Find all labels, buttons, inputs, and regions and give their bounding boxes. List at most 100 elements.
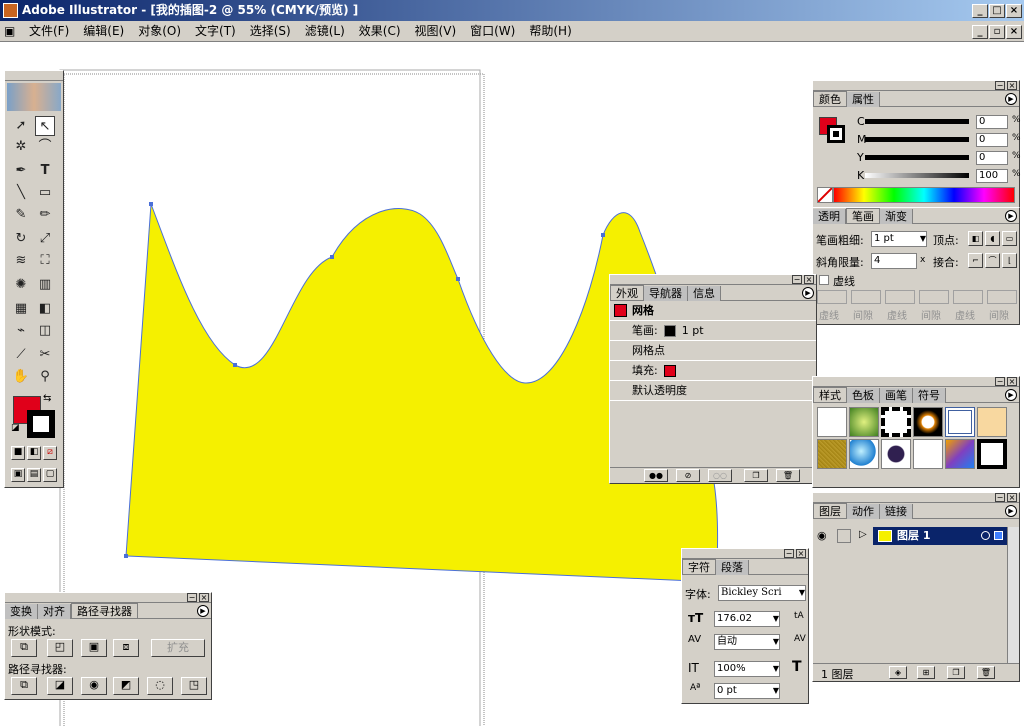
menu-edit[interactable]: 编辑(E) — [76, 21, 131, 42]
scissors-tool-icon[interactable]: ✂ — [35, 345, 55, 365]
trim-icon[interactable]: ◪ — [47, 677, 73, 695]
intersect-shape-areas-icon[interactable]: ▣ — [81, 639, 107, 657]
menu-view[interactable]: 视图(V) — [408, 21, 464, 42]
layer-row[interactable]: ◉ ▷ 图层 1 — [813, 527, 1007, 545]
swap-colors-icon[interactable]: ⇆ — [43, 393, 51, 404]
tab-symbols[interactable]: 符号 — [913, 388, 946, 403]
dash-1-input[interactable] — [817, 290, 847, 304]
menu-effect[interactable]: 效果(C) — [352, 21, 408, 42]
hand-tool-icon[interactable]: ✋ — [11, 367, 31, 387]
style-swatch-sun[interactable] — [913, 407, 943, 437]
panel-close-button[interactable]: × — [1007, 377, 1017, 386]
line-tool-icon[interactable]: ╲ — [11, 183, 31, 203]
tab-color[interactable]: 颜色 — [813, 91, 847, 106]
panel-menu-icon[interactable]: ▶ — [802, 287, 814, 299]
panel-minimize-button[interactable]: − — [995, 377, 1005, 386]
default-colors-icon[interactable]: ◪ — [11, 423, 20, 433]
subtract-from-shape-area-icon[interactable]: ◰ — [47, 639, 73, 657]
panel-menu-icon[interactable]: ▶ — [1005, 93, 1017, 105]
panel-menu-icon[interactable]: ▶ — [1005, 210, 1017, 222]
appearance-object-row[interactable]: 网格 — [610, 301, 816, 321]
symbol-sprayer-tool-icon[interactable]: ✺ — [11, 275, 31, 295]
font-size-input[interactable]: 176.02 ▼ — [714, 611, 780, 627]
appearance-mesh-point-row[interactable]: 网格点 — [610, 341, 816, 361]
close-button[interactable]: × — [1006, 4, 1022, 18]
maximize-button[interactable]: □ — [989, 4, 1005, 18]
gradient-tool-icon[interactable]: ◧ — [35, 299, 55, 319]
none-color-icon[interactable] — [817, 187, 833, 203]
tab-actions[interactable]: 动作 — [847, 504, 880, 519]
projecting-cap-button[interactable]: ▭ — [1002, 231, 1017, 246]
channel-m-slider[interactable] — [865, 137, 969, 142]
tab-links[interactable]: 链接 — [880, 504, 913, 519]
tab-brushes[interactable]: 画笔 — [880, 388, 913, 403]
divide-icon[interactable]: ⧉ — [11, 677, 37, 695]
miter-join-button[interactable]: ⌐ — [968, 253, 983, 268]
style-swatch-gold-texture[interactable] — [817, 439, 847, 469]
magic-wand-tool-icon[interactable]: ✲ — [11, 137, 31, 157]
round-join-button[interactable]: ⌒ — [985, 253, 1000, 268]
panel-minimize-button[interactable]: − — [995, 493, 1005, 502]
selection-indicator[interactable] — [994, 531, 1003, 540]
baseline-shift-input[interactable]: 0 pt ▼ — [714, 683, 780, 699]
tab-appearance[interactable]: 外观 — [610, 285, 644, 300]
duplicate-item-icon[interactable]: ❐ — [744, 469, 768, 482]
panel-minimize-button[interactable]: − — [995, 81, 1005, 90]
gap-2-input[interactable] — [919, 290, 949, 304]
miter-limit-input[interactable]: 4 — [871, 253, 917, 269]
tab-gradient[interactable]: 渐变 — [880, 209, 913, 224]
new-layer-icon[interactable]: ❐ — [947, 666, 965, 679]
style-swatch-peach[interactable] — [977, 407, 1007, 437]
type-tool-icon[interactable]: T — [35, 161, 55, 181]
tab-navigator[interactable]: 导航器 — [644, 286, 688, 301]
style-swatch-white[interactable] — [913, 439, 943, 469]
merge-icon[interactable]: ◉ — [81, 677, 107, 695]
channel-y-slider[interactable] — [865, 155, 969, 160]
make-clipping-mask-icon[interactable]: ◈ — [889, 666, 907, 679]
layers-scrollbar[interactable] — [1007, 527, 1019, 663]
mesh-tool-icon[interactable]: ▦ — [11, 299, 31, 319]
tab-align[interactable]: 对齐 — [38, 604, 71, 619]
expand-button[interactable]: 扩充 — [151, 639, 205, 657]
clear-appearance-icon[interactable]: ⊘ — [676, 469, 700, 482]
panel-minimize-button[interactable]: − — [792, 275, 802, 284]
lasso-tool-icon[interactable]: ⌒ — [35, 137, 55, 157]
appearance-opacity-row[interactable]: 默认透明度 — [610, 381, 816, 401]
lock-toggle[interactable] — [837, 529, 851, 543]
selection-tool-icon[interactable]: ➚ — [11, 116, 31, 136]
doc-minimize-button[interactable]: _ — [972, 25, 988, 39]
minus-back-icon[interactable]: ◳ — [181, 677, 207, 695]
screen-mode-full-icon[interactable]: ▢ — [43, 468, 57, 482]
pen-tool-icon[interactable]: ✒ — [11, 161, 31, 181]
dashed-line-checkbox[interactable] — [819, 275, 829, 285]
graph-tool-icon[interactable]: ▥ — [35, 275, 55, 295]
style-swatch-rings[interactable] — [945, 407, 975, 437]
color-stroke-swatch[interactable] — [827, 125, 845, 143]
free-transform-tool-icon[interactable]: ⛶ — [35, 251, 55, 271]
panel-close-button[interactable]: × — [796, 549, 806, 558]
channel-y-input[interactable]: 0 — [976, 151, 1008, 165]
exclude-overlapping-icon[interactable]: ⧈ — [113, 639, 139, 657]
dash-2-input[interactable] — [885, 290, 915, 304]
delete-layer-icon[interactable]: 🗑 — [977, 666, 995, 679]
style-swatch-rainbow[interactable] — [945, 439, 975, 469]
appearance-stroke-row[interactable]: 笔画: 1 pt — [610, 321, 816, 341]
pencil-tool-icon[interactable]: ✏ — [35, 205, 55, 225]
font-family-select[interactable]: Bickley Scri ▼ — [718, 585, 806, 601]
style-swatch-green[interactable] — [849, 407, 879, 437]
appearance-fill-row[interactable]: 填充: — [610, 361, 816, 381]
panel-minimize-button[interactable]: − — [784, 549, 794, 558]
new-art-basic-appearance-icon[interactable]: ●● — [644, 469, 668, 482]
channel-c-input[interactable]: 0 — [976, 115, 1008, 129]
tab-info[interactable]: 信息 — [688, 286, 721, 301]
panel-close-button[interactable]: × — [199, 593, 209, 602]
doc-restore-button[interactable]: ▫ — [989, 25, 1005, 39]
document-icon[interactable]: ▣ — [0, 21, 22, 42]
screen-mode-full-menu-icon[interactable]: ▤ — [27, 468, 41, 482]
eyedropper-tool-icon[interactable]: ⌁ — [11, 321, 31, 341]
tab-layers[interactable]: 图层 — [813, 503, 847, 518]
none-mode-icon[interactable]: ⧄ — [43, 446, 57, 460]
direct-selection-tool-icon[interactable]: ↖ — [35, 116, 55, 136]
style-swatch-default[interactable] — [817, 407, 847, 437]
gap-3-input[interactable] — [987, 290, 1017, 304]
